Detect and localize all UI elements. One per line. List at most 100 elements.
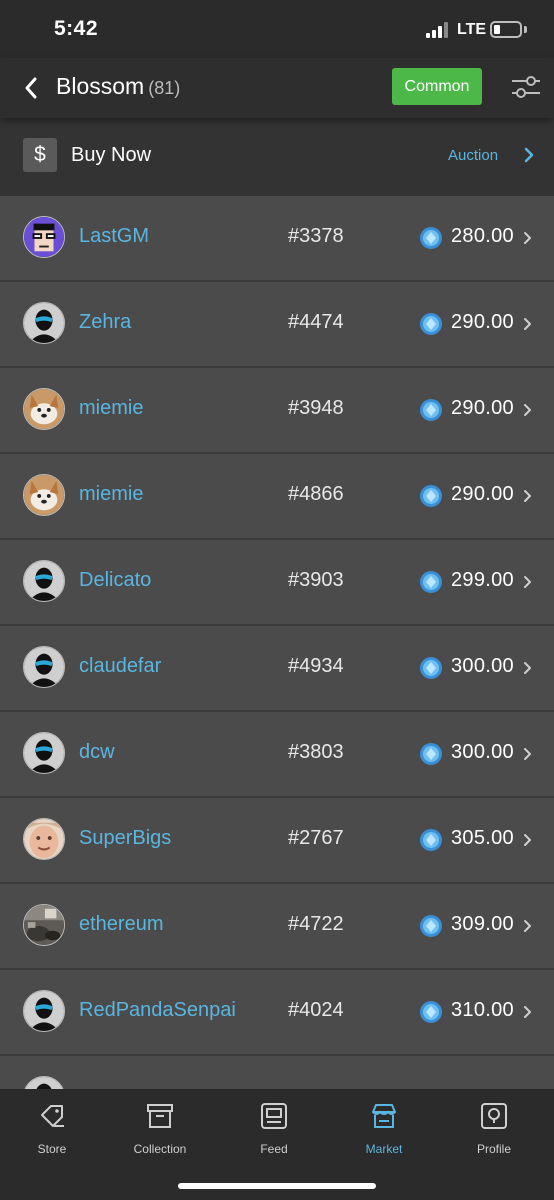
chevron-right-icon[interactable] [522, 145, 536, 165]
coin-icon [420, 1001, 442, 1023]
avatar [23, 904, 65, 946]
listing-row[interactable]: miemie #4866 290.00 [0, 454, 554, 540]
listing-row[interactable]: Delicato #3903 299.00 [0, 540, 554, 626]
coin-icon [420, 227, 442, 249]
chevron-right-icon [524, 748, 531, 760]
tab-profile[interactable]: Profile [466, 1089, 522, 1169]
tab-market[interactable]: Market [356, 1089, 412, 1169]
tab-feed[interactable]: Feed [246, 1089, 302, 1169]
tab-label: Market [365, 1142, 403, 1156]
chevron-left-icon [25, 77, 37, 99]
listing-price: 290.00 [451, 397, 514, 419]
listing-price: 280.00 [451, 225, 514, 247]
network-type: LTE [457, 21, 487, 38]
seller-name[interactable]: LastGM [79, 225, 149, 248]
avatar [23, 388, 65, 430]
coin-icon [420, 743, 442, 765]
dollar-icon: $ [23, 138, 57, 172]
tag-icon [41, 1105, 64, 1127]
avatar [23, 474, 65, 516]
coin-icon [420, 399, 442, 421]
coin-icon [420, 915, 442, 937]
token-number: #4934 [288, 655, 344, 677]
listing-price: 305.00 [451, 827, 514, 849]
chevron-right-icon [524, 1006, 531, 1018]
chevron-right-icon [524, 576, 531, 588]
tab-label: Feed [260, 1142, 288, 1156]
status-time: 5:42 [54, 17, 99, 40]
signal-bars-icon [426, 22, 450, 38]
listing-price: 309.00 [451, 913, 514, 935]
seller-name[interactable]: claudefar [79, 655, 161, 678]
back-button[interactable] [18, 72, 44, 104]
avatar [23, 990, 65, 1032]
storefront-icon [372, 1104, 396, 1128]
listing-row[interactable]: LastGM #3378 280.00 [0, 196, 554, 282]
seller-name[interactable]: ethereum [79, 913, 164, 936]
listing-price: 290.00 [451, 483, 514, 505]
listing-list[interactable]: LastGM #3378 280.00 Zehra #4474 290.00 miemie #… [0, 196, 554, 1089]
sliders-icon [512, 76, 540, 98]
avatar [23, 1076, 65, 1089]
listing-price: 290.00 [451, 311, 514, 333]
coin-icon [420, 657, 442, 679]
tab-collection[interactable]: Collection [126, 1089, 194, 1169]
coin-icon [420, 313, 442, 335]
avatar [23, 818, 65, 860]
seller-name[interactable]: Zehra [79, 311, 131, 334]
token-number: #3803 [288, 741, 344, 763]
listing-row[interactable]: dcw #3803 300.00 [0, 712, 554, 798]
avatar [23, 302, 65, 344]
auction-link[interactable]: Auction [448, 147, 498, 164]
tab-label: Store [37, 1142, 67, 1156]
token-number: #3948 [288, 397, 344, 419]
filter-settings-button[interactable] [510, 72, 542, 102]
page-title: Blossom (81) [56, 73, 180, 100]
coin-icon [420, 829, 442, 851]
listing-row[interactable]: RedPandaSenpai #4024 310.00 [0, 970, 554, 1056]
seller-name[interactable]: miemie [79, 397, 143, 420]
listing-row[interactable]: Zehra #4474 290.00 [0, 282, 554, 368]
seller-name[interactable]: Delicato [79, 569, 151, 592]
token-number: #3903 [288, 569, 344, 591]
token-number: #4866 [288, 483, 344, 505]
listing-price: 299.00 [451, 569, 514, 591]
tab-label: Collection [133, 1142, 187, 1156]
battery-tip [524, 26, 527, 33]
seller-name[interactable]: miemie [79, 483, 143, 506]
tab-store[interactable]: Store [22, 1089, 82, 1169]
listing-row[interactable]: claudefar #4934 300.00 [0, 626, 554, 712]
sale-mode-bar: $ Buy Now Auction [0, 118, 554, 196]
chevron-right-icon [524, 232, 531, 244]
chevron-right-icon [524, 318, 531, 330]
listing-price: 300.00 [451, 655, 514, 677]
seller-name[interactable]: RedPandaSenpai [79, 999, 236, 1022]
avatar [23, 732, 65, 774]
battery-icon [490, 21, 522, 38]
tab-label: Profile [476, 1142, 511, 1156]
token-number: #4024 [288, 999, 344, 1021]
seller-name[interactable]: SuperBigs [79, 827, 171, 850]
chevron-right-icon [524, 920, 531, 932]
listing-row-partial[interactable] [0, 1056, 554, 1089]
listing-price: 310.00 [451, 999, 514, 1021]
avatar [23, 560, 65, 602]
seller-name[interactable]: dcw [79, 741, 115, 764]
avatar [23, 216, 65, 258]
chevron-right-icon [524, 834, 531, 846]
collection-count: (81) [148, 78, 181, 98]
token-number: #3378 [288, 225, 344, 247]
listing-row[interactable]: SuperBigs #2767 305.00 [0, 798, 554, 884]
coin-icon [420, 485, 442, 507]
coin-icon [420, 571, 442, 593]
status-bar: 5:42 LTE [0, 0, 554, 58]
rarity-filter-button[interactable]: Common [392, 68, 482, 105]
token-number: #4722 [288, 913, 344, 935]
chevron-right-icon [524, 490, 531, 502]
archive-box-icon [147, 1104, 173, 1128]
listing-row[interactable]: miemie #3948 290.00 [0, 368, 554, 454]
listing-row[interactable]: ethereum #4722 309.00 [0, 884, 554, 970]
nav-bar: Blossom (81) Common [0, 58, 554, 118]
feed-icon [261, 1103, 287, 1129]
listing-price: 300.00 [451, 741, 514, 763]
